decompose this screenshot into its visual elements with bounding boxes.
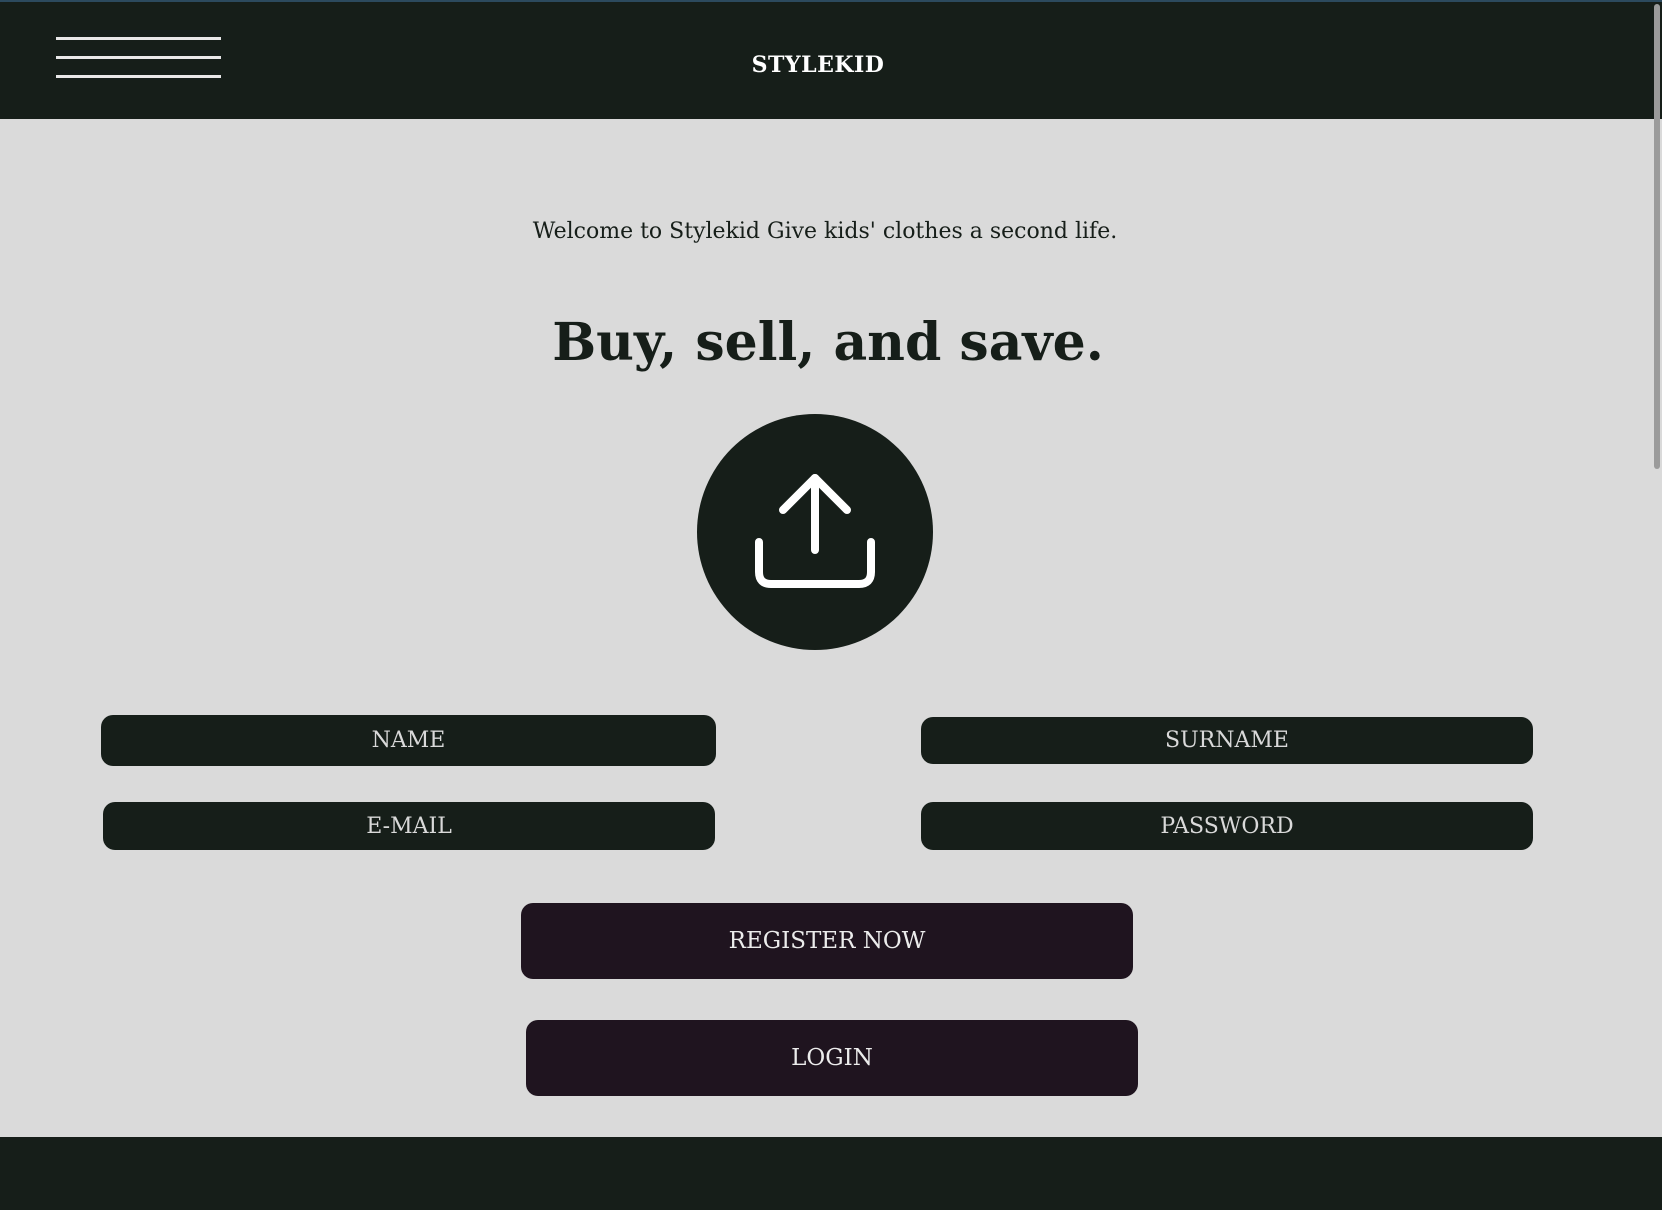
upload-icon <box>755 474 875 588</box>
name-field[interactable]: NAME <box>101 715 716 766</box>
page-headline: Buy, sell, and save. <box>552 312 1104 373</box>
password-field[interactable]: PASSWORD <box>921 802 1533 850</box>
top-header: STYLEKID <box>0 0 1662 119</box>
email-field[interactable]: E-MAIL <box>103 802 715 850</box>
page: STYLEKID Welcome to Stylekid Give kids' … <box>0 0 1662 1210</box>
vertical-scrollbar[interactable] <box>1650 0 1662 1137</box>
scrollbar-thumb[interactable] <box>1654 4 1660 469</box>
upload-button[interactable] <box>697 414 933 650</box>
welcome-text: Welcome to Stylekid Give kids' clothes a… <box>532 219 1118 244</box>
brand-title[interactable]: STYLEKID <box>0 52 1636 78</box>
page-footer <box>0 1137 1662 1210</box>
menu-bar-top <box>56 37 221 40</box>
login-button[interactable]: LOGIN <box>526 1020 1138 1096</box>
surname-field[interactable]: SURNAME <box>921 717 1533 764</box>
register-now-button[interactable]: REGISTER NOW <box>521 903 1133 979</box>
